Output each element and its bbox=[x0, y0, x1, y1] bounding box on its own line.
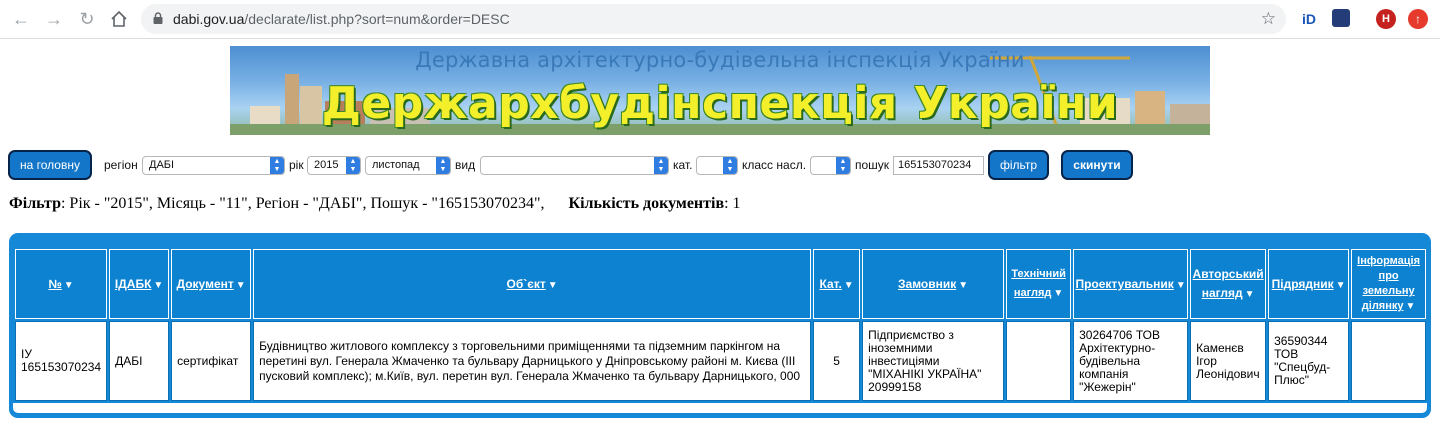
header-label: Підрядник bbox=[1271, 277, 1334, 291]
extension-graph-icon[interactable] bbox=[1332, 9, 1350, 27]
bookmark-star-icon[interactable]: ☆ bbox=[1261, 9, 1276, 29]
table-footer bbox=[13, 403, 1427, 413]
sort-arrow-icon: ▼ bbox=[63, 280, 74, 291]
select-arrows-icon: ▲ ▼ bbox=[436, 157, 450, 174]
forward-icon[interactable]: → bbox=[43, 8, 65, 30]
class-select[interactable]: ▲ ▼ bbox=[810, 156, 851, 175]
site-banner: Державна архітектурно-будівельна інспекц… bbox=[230, 46, 1210, 135]
header-label: № bbox=[48, 277, 62, 291]
cell-designer: 30264706 ТОВ Архітектурно-будівельна ком… bbox=[1073, 321, 1189, 401]
cell-document: сертифікат bbox=[171, 321, 252, 401]
column-header-category[interactable]: Кат. ▼ bbox=[813, 249, 861, 319]
sort-arrow-icon: ▼ bbox=[1335, 280, 1346, 291]
reset-button[interactable]: скинути bbox=[1061, 150, 1133, 180]
url-text: dabi.gov.ua/declarate/list.php?sort=num&… bbox=[173, 11, 510, 27]
filter-summary-text: : Рік - "2015", Місяць - "11", Регіон - … bbox=[60, 195, 545, 212]
address-bar[interactable]: dabi.gov.ua/declarate/list.php?sort=num&… bbox=[141, 4, 1286, 34]
region-label: регіон bbox=[104, 158, 138, 172]
filter-bar: на головну регіон ДАБІ ▲ ▼ рік 2015 ▲ ▼ лист… bbox=[0, 148, 1440, 184]
cell-tech-supervision bbox=[1006, 321, 1072, 401]
extension-id-icon[interactable]: iD bbox=[1299, 9, 1319, 29]
banner-subtitle: Державна архітектурно-будівельна інспекц… bbox=[415, 48, 1025, 72]
sort-arrow-icon: ▼ bbox=[843, 280, 854, 291]
url-path: /declarate/list.php?sort=num&order=DESC bbox=[244, 11, 510, 27]
month-select-value: листопад bbox=[372, 159, 420, 171]
sort-arrow-icon: ▼ bbox=[153, 280, 164, 291]
category-select[interactable]: ▲ ▼ bbox=[696, 156, 738, 175]
header-label: Проектувальник bbox=[1075, 277, 1174, 291]
header-label: Документ bbox=[176, 277, 234, 291]
column-header-idabk[interactable]: ІДАБК ▼ bbox=[109, 249, 170, 319]
header-label: Об`єкт bbox=[506, 277, 546, 291]
column-header-document[interactable]: Документ ▼ bbox=[171, 249, 252, 319]
document-count-value: : 1 bbox=[724, 195, 741, 212]
filter-summary: Фільтр: Рік - "2015", Місяць - "11", Рег… bbox=[9, 195, 741, 213]
header-label: ІДАБК bbox=[114, 277, 152, 291]
reload-icon[interactable]: ↻ bbox=[76, 8, 98, 30]
column-header-contractor[interactable]: Підрядник ▼ bbox=[1268, 249, 1350, 319]
select-arrows-icon: ▲ ▼ bbox=[723, 157, 737, 174]
browser-toolbar: ← → ↻ dabi.gov.ua/declarate/list.php?sor… bbox=[0, 0, 1440, 39]
region-select-value: ДАБІ bbox=[149, 159, 175, 171]
sort-arrow-icon: ▼ bbox=[1053, 288, 1064, 299]
extension-id-label: iD bbox=[1302, 11, 1316, 27]
sort-arrow-icon: ▼ bbox=[958, 280, 969, 291]
results-table-panel: № ▼ ІДАБК ▼ Документ ▼ Об`єкт ▼ Кат. ▼ Замовн… bbox=[9, 233, 1431, 418]
home-button[interactable]: на головну bbox=[8, 150, 92, 180]
table-header-row: № ▼ ІДАБК ▼ Документ ▼ Об`єкт ▼ Кат. ▼ Замовн… bbox=[15, 249, 1427, 319]
document-count-label: Кількість документів bbox=[568, 195, 725, 212]
home-icon[interactable] bbox=[108, 8, 130, 30]
year-select-value: 2015 bbox=[314, 159, 339, 171]
region-select[interactable]: ДАБІ ▲ ▼ bbox=[142, 156, 285, 175]
column-header-customer[interactable]: Замовник ▼ bbox=[862, 249, 1005, 319]
search-label: пошук bbox=[855, 158, 890, 172]
update-icon[interactable]: ↑ bbox=[1408, 9, 1428, 29]
lock-icon bbox=[153, 12, 163, 24]
class-label: класс насл. bbox=[742, 158, 807, 172]
column-header-designer[interactable]: Проектувальник ▼ bbox=[1073, 249, 1189, 319]
cell-idabk: ДАБІ bbox=[109, 321, 170, 401]
cell-contractor: 36590344 ТОВ "Спецбуд-Плюс" bbox=[1268, 321, 1350, 401]
sort-arrow-icon: ▼ bbox=[235, 280, 246, 291]
search-input[interactable]: 165153070234 bbox=[893, 156, 984, 175]
cell-author-supervision: Каменєв Ігор Леонідович bbox=[1190, 321, 1267, 401]
type-label: вид bbox=[455, 158, 476, 172]
category-label: кат. bbox=[673, 158, 693, 172]
select-arrows-icon: ▲ ▼ bbox=[836, 157, 850, 174]
profile-initial: H bbox=[1382, 13, 1390, 25]
type-select[interactable]: ▲ ▼ bbox=[480, 156, 669, 175]
header-label: Кат. bbox=[819, 277, 842, 291]
cell-num: ІУ 165153070234 bbox=[15, 321, 108, 401]
select-arrows-icon: ▲ ▼ bbox=[346, 157, 360, 174]
select-arrows-icon: ▲ ▼ bbox=[654, 157, 668, 174]
cell-land-info bbox=[1351, 321, 1427, 401]
results-table: № ▼ ІДАБК ▼ Документ ▼ Об`єкт ▼ Кат. ▼ Замовн… bbox=[13, 247, 1428, 403]
profile-avatar[interactable]: H bbox=[1376, 9, 1396, 29]
column-header-tech-supervision[interactable]: Технічний нагляд ▼ bbox=[1006, 249, 1072, 319]
cell-category: 5 bbox=[813, 321, 861, 401]
url-host: dabi.gov.ua bbox=[173, 11, 245, 27]
column-header-object[interactable]: Об`єкт ▼ bbox=[253, 249, 812, 319]
column-header-land-info[interactable]: Інформація про земельну ділянку ▼ bbox=[1351, 249, 1427, 319]
header-label: Замовник bbox=[898, 277, 957, 291]
sort-arrow-icon: ▼ bbox=[1175, 280, 1186, 291]
select-arrows-icon: ▲ ▼ bbox=[270, 157, 284, 174]
column-header-author-supervision[interactable]: Авторський нагляд ▼ bbox=[1190, 249, 1267, 319]
back-icon[interactable]: ← bbox=[10, 8, 32, 30]
cell-object: Будівництво житлового комплексу з торгов… bbox=[253, 321, 812, 401]
filter-summary-label: Фільтр bbox=[9, 195, 61, 212]
sort-arrow-icon: ▼ bbox=[1405, 301, 1416, 312]
filter-button[interactable]: фільтр bbox=[988, 150, 1049, 180]
column-header-num[interactable]: № ▼ bbox=[15, 249, 108, 319]
month-select[interactable]: листопад ▲ ▼ bbox=[365, 156, 451, 175]
cell-customer: Підприємство з іноземними інвестиціями "… bbox=[862, 321, 1005, 401]
sort-arrow-icon: ▼ bbox=[547, 280, 558, 291]
table-row: ІУ 165153070234 ДАБІ сертифікат Будівниц… bbox=[15, 321, 1427, 401]
year-select[interactable]: 2015 ▲ ▼ bbox=[307, 156, 361, 175]
year-label: рік bbox=[289, 158, 304, 172]
sort-arrow-icon: ▼ bbox=[1244, 288, 1255, 300]
banner-title: Держархбудінспекція України bbox=[321, 78, 1119, 129]
